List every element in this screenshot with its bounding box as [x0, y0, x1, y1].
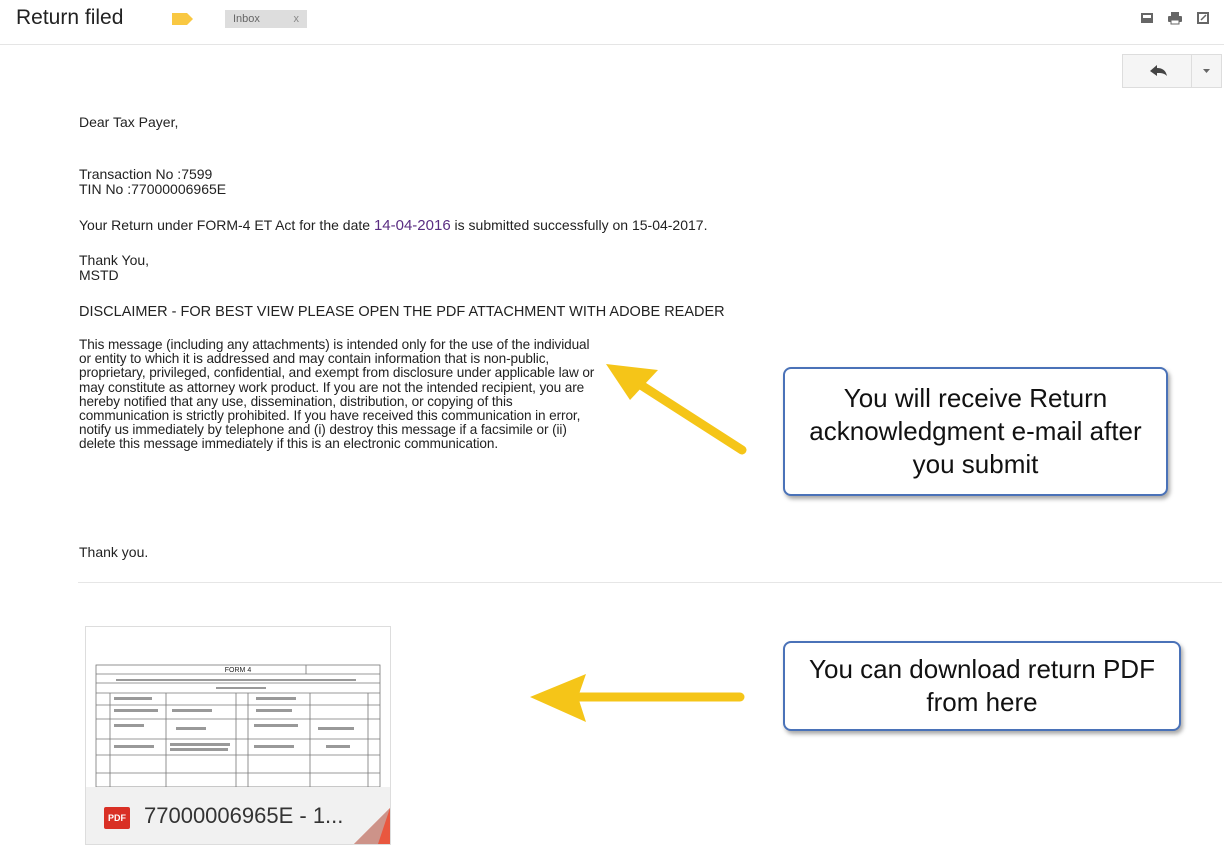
return-status-line: Your Return under FORM-4 ET Act for the … [79, 217, 708, 234]
label-chip-text: Inbox [233, 13, 260, 25]
return-date-link[interactable]: 14-04-2016 [374, 217, 451, 234]
tin-number: TIN No :77000006965E [79, 181, 227, 197]
attachment-divider [78, 582, 1222, 583]
remove-label-icon[interactable]: x [294, 10, 300, 28]
disclaimer-heading: DISCLAIMER - FOR BEST VIEW PLEASE OPEN T… [79, 304, 725, 320]
chevron-down-icon [1203, 69, 1210, 73]
closing-line: Thank you. [79, 544, 149, 560]
greeting: Dear Tax Payer, [79, 114, 179, 130]
label-tag-icon[interactable] [172, 13, 194, 25]
pdf-preview-title: FORM 4 [225, 667, 252, 674]
reply-icon [1150, 65, 1167, 76]
print-all-icon[interactable] [1140, 11, 1154, 25]
attachment-filename[interactable]: 77000006965E - 1... [144, 803, 343, 829]
callout-download-pdf: You can download return PDF from here [783, 641, 1181, 731]
return-status-prefix: Your Return under FORM-4 ET Act for the … [79, 217, 374, 233]
thanks-line: Thank You, [79, 252, 150, 268]
transaction-number: Transaction No :7599 [79, 166, 213, 182]
pdf-preview-thumbnail: FORM 4 [86, 627, 390, 788]
callout-ack-email: You will receive Return acknowledgment e… [783, 367, 1168, 496]
new-window-icon[interactable] [1196, 11, 1210, 25]
arrow-download-icon [530, 674, 745, 722]
header-actions [1140, 11, 1210, 25]
download-corner-icon[interactable] [328, 808, 390, 844]
reply-button-group [1122, 54, 1222, 88]
sender-name: MSTD [79, 267, 119, 283]
attachment-footer[interactable]: PDF 77000006965E - 1... [86, 787, 390, 844]
more-actions-button[interactable] [1192, 55, 1221, 87]
reply-button[interactable] [1123, 55, 1192, 87]
arrow-ack-icon [606, 364, 747, 455]
email-header: Return filed Inbox x [0, 0, 1224, 45]
inbox-label-chip[interactable]: Inbox x [225, 10, 307, 28]
transaction-block: Transaction No :7599 TIN No :77000006965… [79, 167, 226, 197]
attachment-card[interactable]: FORM 4 PDF 77000006965E - 1... [85, 626, 391, 845]
pdf-file-icon: PDF [104, 807, 130, 829]
disclaimer-text: This message (including any attachments)… [79, 337, 595, 452]
print-icon[interactable] [1168, 11, 1182, 25]
email-subject: Return filed [16, 6, 124, 29]
signature-block: Thank You, MSTD [79, 253, 149, 283]
return-status-suffix: is submitted successfully on 15-04-2017. [450, 217, 708, 233]
